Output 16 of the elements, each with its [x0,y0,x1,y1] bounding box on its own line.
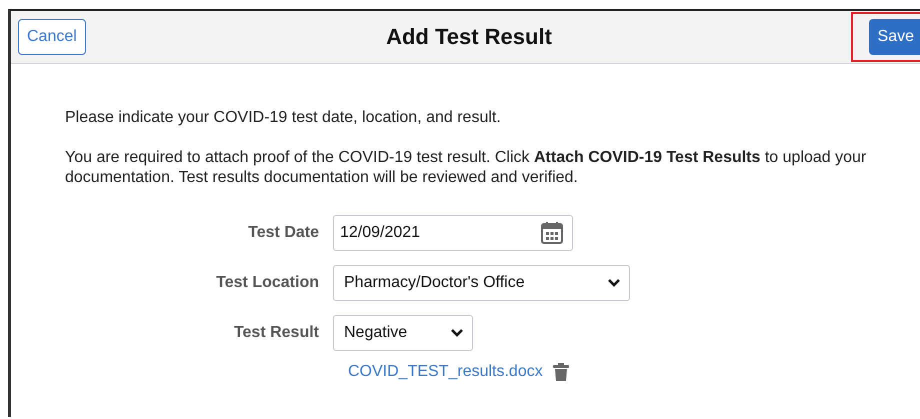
dialog-title: Add Test Result [386,24,552,50]
dropdown[interactable]: Negative [333,315,473,351]
calendar-icon[interactable] [540,221,564,245]
field-label: Test Result [234,324,319,342]
file-link[interactable]: COVID_TEST_results.docx [348,363,543,381]
save-button[interactable]: Save [868,19,920,55]
instruction-text: Please indicate your COVID-19 test date, location, and result. [65,108,502,128]
instruction-text: You are required to attach proof of the COVID-19 test result. Click Attach COVID-19 Test Results to upload your documentation. Test results documentation will be reviewed and verified. [65,148,868,188]
field-label: Test Location [216,274,319,292]
field-label: Test Date [248,224,319,242]
date-field[interactable]: 12/09/2021 [333,215,573,251]
chevron-icon [450,328,464,338]
dropdown[interactable]: Pharmacy/Doctor's Office [333,265,630,301]
trash-icon[interactable] [552,363,569,381]
chevron-icon [607,278,621,288]
cancel-button[interactable]: Cancel [18,19,86,55]
